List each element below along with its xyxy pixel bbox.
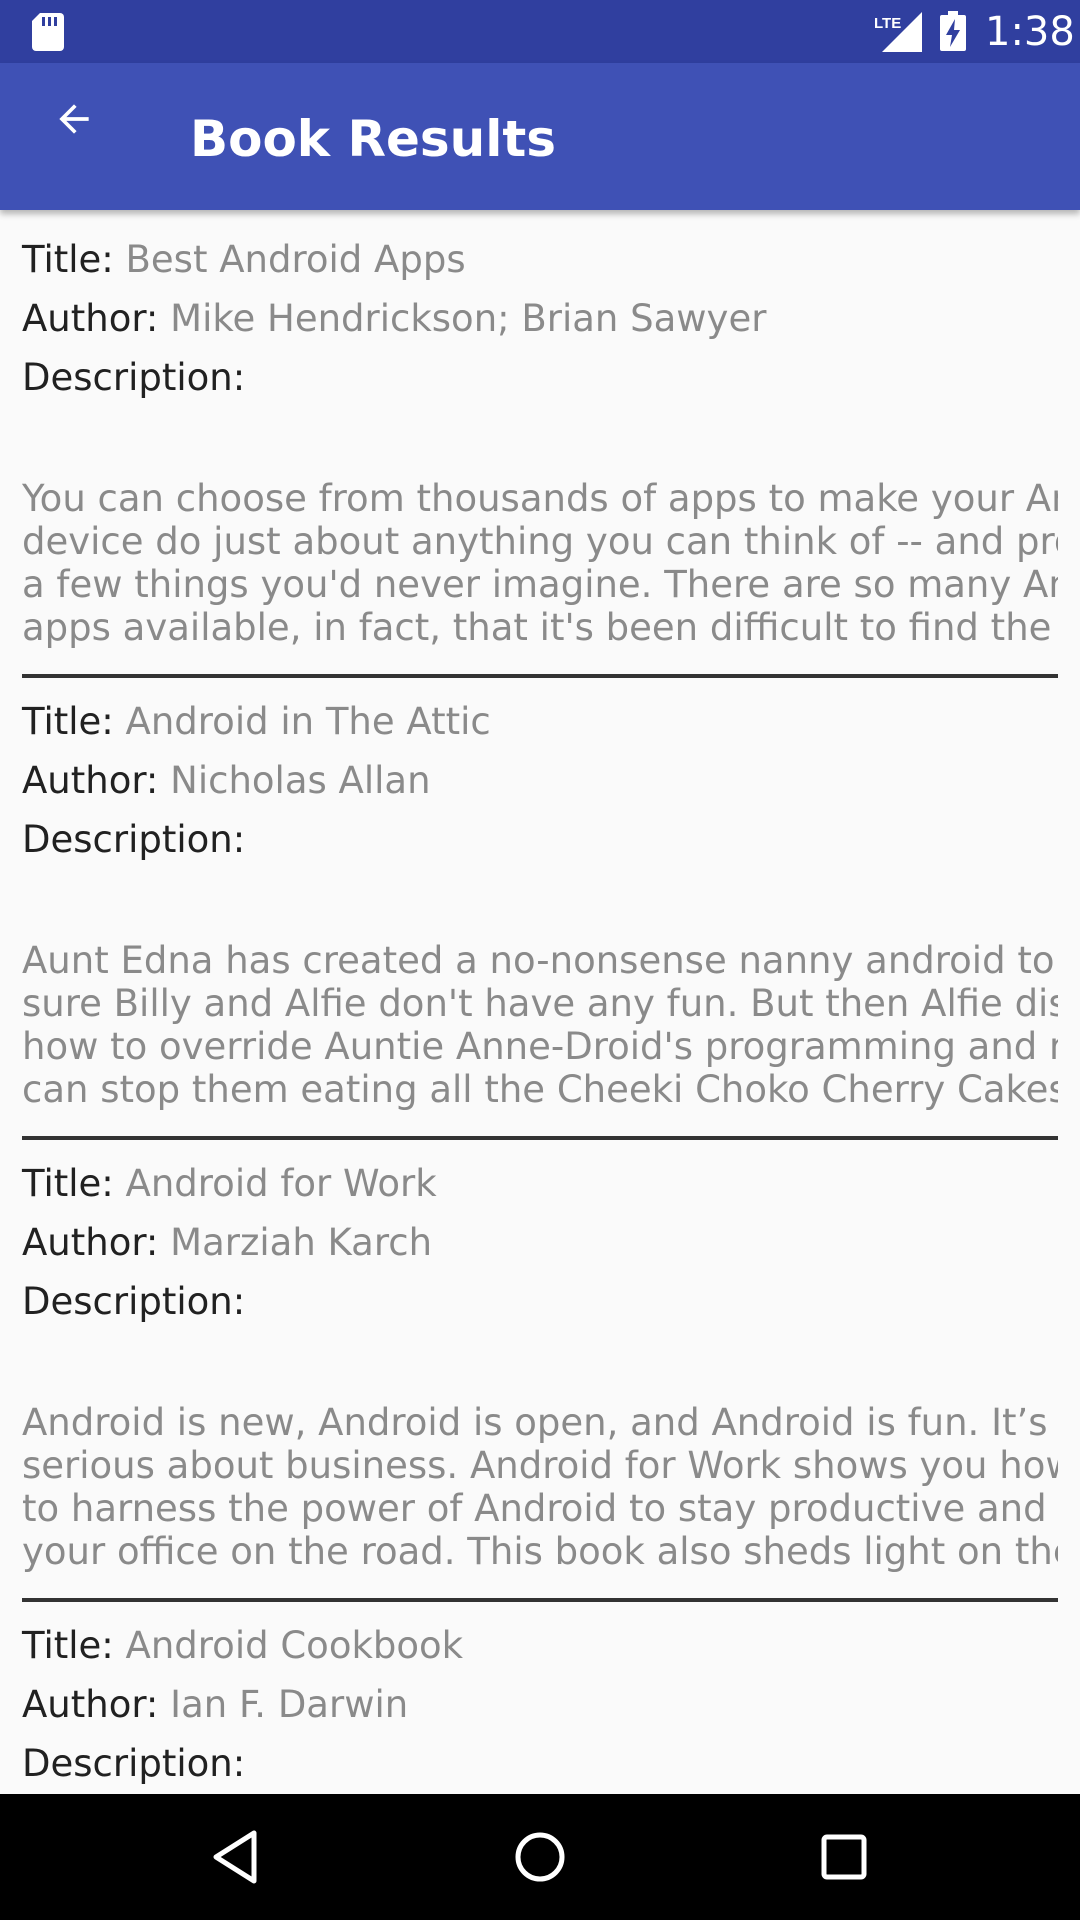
author-label: Author: bbox=[22, 1221, 159, 1264]
author-row: Author: Marziah Karch bbox=[22, 1221, 432, 1265]
book-title: Best Android Apps bbox=[125, 238, 466, 281]
book-author: Mike Hendrickson; Brian Sawyer bbox=[170, 297, 767, 340]
back-triangle-icon[interactable] bbox=[200, 1821, 272, 1893]
title-label: Title: bbox=[22, 238, 114, 281]
author-row: Author: Nicholas Allan bbox=[22, 759, 431, 803]
description-line: apps available, in fact, that it's been … bbox=[22, 606, 1058, 649]
description-line: Android is new, Android is open, and And… bbox=[22, 1401, 1058, 1444]
lte-signal-icon: LTE bbox=[874, 12, 922, 52]
description-row: Description: bbox=[22, 818, 245, 862]
book-author: Marziah Karch bbox=[170, 1221, 433, 1264]
description-line: serious about business. Android for Work… bbox=[22, 1444, 1058, 1487]
back-button[interactable] bbox=[40, 85, 108, 153]
battery-charging-icon bbox=[940, 11, 966, 51]
book-title: Android in The Attic bbox=[125, 700, 491, 743]
arrow-back-icon bbox=[59, 104, 89, 134]
title-row: Title: Android for Work bbox=[22, 1162, 437, 1206]
book-list[interactable]: Title: Best Android Apps Author: Mike He… bbox=[0, 210, 1080, 1794]
book-title: Android for Work bbox=[125, 1162, 437, 1205]
author-label: Author: bbox=[22, 1683, 159, 1726]
description-row: Description: bbox=[22, 1742, 245, 1786]
clock: 1:38 bbox=[985, 9, 1075, 55]
description-label: Description: bbox=[22, 1280, 246, 1323]
description-line: how to override Auntie Anne-Droid's prog… bbox=[22, 1025, 1058, 1068]
author-label: Author: bbox=[22, 297, 159, 340]
description-line: Aunt Edna has created a no-nonsense nann… bbox=[22, 939, 1058, 982]
description-line: device do just about anything you can th… bbox=[22, 520, 1058, 563]
description-line: a few things you'd never imagine. There … bbox=[22, 563, 1058, 606]
sd-card-icon bbox=[32, 13, 64, 51]
description-row: Description: bbox=[22, 356, 245, 400]
description-label: Description: bbox=[22, 1742, 246, 1785]
book-description: Android is new, Android is open, and And… bbox=[22, 1401, 1058, 1573]
description-line: sure Billy and Alfie don't have any fun.… bbox=[22, 982, 1058, 1025]
title-label: Title: bbox=[22, 1162, 114, 1205]
description-label: Description: bbox=[22, 356, 246, 399]
author-label: Author: bbox=[22, 759, 159, 802]
divider bbox=[22, 1598, 1058, 1602]
divider bbox=[22, 674, 1058, 678]
page-title: Book Results bbox=[190, 110, 557, 168]
title-label: Title: bbox=[22, 1624, 114, 1667]
description-row: Description: bbox=[22, 1280, 245, 1324]
network-type-label: LTE bbox=[874, 15, 901, 32]
book-author: Nicholas Allan bbox=[170, 759, 431, 802]
title-row: Title: Android in The Attic bbox=[22, 700, 491, 744]
book-title: Android Cookbook bbox=[125, 1624, 464, 1667]
title-row: Title: Best Android Apps bbox=[22, 238, 466, 282]
author-row: Author: Mike Hendrickson; Brian Sawyer bbox=[22, 297, 766, 341]
app-bar: Book Results bbox=[0, 63, 1080, 210]
author-row: Author: Ian F. Darwin bbox=[22, 1683, 408, 1727]
navigation-bar bbox=[0, 1794, 1080, 1920]
recents-square-icon[interactable] bbox=[808, 1821, 880, 1893]
divider bbox=[22, 1136, 1058, 1140]
home-circle-icon[interactable] bbox=[504, 1821, 576, 1893]
book-description: Aunt Edna has created a no-nonsense nann… bbox=[22, 939, 1058, 1111]
description-line: can stop them eating all the Cheeki Chok… bbox=[22, 1068, 1058, 1111]
description-line: You can choose from thousands of apps to… bbox=[22, 477, 1058, 520]
book-description: You can choose from thousands of apps to… bbox=[22, 477, 1058, 649]
title-row: Title: Android Cookbook bbox=[22, 1624, 463, 1668]
status-bar: LTE 1:38 bbox=[0, 0, 1080, 63]
title-label: Title: bbox=[22, 700, 114, 743]
description-line: to harness the power of Android to stay … bbox=[22, 1487, 1058, 1530]
description-line: your office on the road. This book also … bbox=[22, 1530, 1058, 1573]
description-label: Description: bbox=[22, 818, 246, 861]
book-author: Ian F. Darwin bbox=[170, 1683, 409, 1726]
